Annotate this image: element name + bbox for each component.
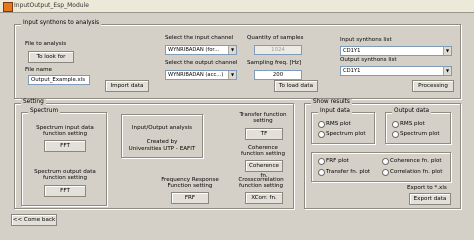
spectrum-input-fn-label: Spectrum input data function setting bbox=[36, 125, 94, 137]
input-spectrum-label: Spectrum plot bbox=[326, 131, 366, 137]
output-synthons-list-label: Output synthons list bbox=[340, 57, 397, 63]
output-channel-select[interactable]: WYNRIBADAN (acc...) ▼ bbox=[165, 70, 237, 80]
input-data-group-title: Input data bbox=[318, 108, 352, 114]
output-synthons-select[interactable]: CD1Y1 ▼ bbox=[340, 66, 452, 76]
chevron-down-icon: ▼ bbox=[228, 46, 236, 54]
info-line-3: Universities UTP - EAFIT bbox=[128, 146, 196, 152]
come-back-button[interactable]: << Come back bbox=[11, 214, 57, 226]
output-rms-label: RMS plot bbox=[400, 121, 425, 127]
export-label: Export to *.xls bbox=[407, 185, 447, 191]
correlation-plot-label: Correlation fn. plot bbox=[390, 169, 443, 175]
transfer-plot-radio[interactable] bbox=[318, 169, 325, 176]
info-box: Input/Output analysis Created by Univers… bbox=[121, 114, 203, 158]
input-rms-radio[interactable] bbox=[318, 121, 325, 128]
spectrum-output-fn-label: Spectrum output data function setting bbox=[34, 169, 96, 181]
chevron-down-icon: ▼ bbox=[443, 47, 451, 55]
show-results-panel: Show results Input data RMS plot Spectru… bbox=[304, 99, 461, 209]
file-name-field[interactable]: Output_Example.xls bbox=[28, 75, 90, 85]
output-spectrum-label: Spectrum plot bbox=[400, 131, 440, 137]
output-spectrum-radio[interactable] bbox=[392, 131, 399, 138]
input-synthons-panel: Input synthons to analysis File to analy… bbox=[14, 20, 461, 99]
file-name-label: File name bbox=[25, 67, 53, 73]
output-data-group: Output data RMS plot Spectrum plot bbox=[385, 108, 451, 144]
coherence-fn-label: Coherence function setting bbox=[240, 145, 286, 157]
info-line-1: Input/Output analysis bbox=[131, 125, 193, 131]
fft-input-button[interactable]: FFT bbox=[44, 140, 86, 152]
input-synthons-select[interactable]: CD1Y1 ▼ bbox=[340, 46, 452, 56]
window-title: InputOutput_Esp_Module bbox=[14, 2, 89, 9]
chevron-down-icon: ▼ bbox=[443, 67, 451, 75]
setting-panel: Setting Spectrum Spectrum input data fun… bbox=[14, 99, 294, 209]
info-line-2: Created by bbox=[146, 139, 178, 145]
transfer-plot-label: Transfer fn. plot bbox=[326, 169, 371, 175]
app-icon bbox=[3, 2, 13, 12]
processing-button[interactable]: Processing bbox=[412, 80, 454, 92]
output-channel-value: WYNRIBADAN (acc...) bbox=[168, 72, 224, 78]
fft-output-button[interactable]: FFT bbox=[44, 185, 86, 197]
quantity-samples-field: 1024 bbox=[254, 45, 302, 55]
input-spectrum-radio[interactable] bbox=[318, 131, 325, 138]
input-channel-select[interactable]: WYNRIBADAN (for... ▼ bbox=[165, 45, 237, 55]
xcorr-button[interactable]: XCorr. fn. bbox=[245, 192, 283, 204]
coherence-plot-radio[interactable] bbox=[382, 158, 389, 165]
show-results-title: Show results bbox=[311, 99, 352, 105]
output-rms-radio[interactable] bbox=[392, 121, 399, 128]
tf-button[interactable]: TF bbox=[245, 128, 283, 140]
input-synthons-list-label: Input synthons list bbox=[340, 37, 392, 43]
export-data-button[interactable]: Export data bbox=[409, 193, 451, 205]
spectrum-group-title: Spectrum bbox=[28, 108, 61, 114]
sampling-freq-label: Sampling freq. [Hz] bbox=[247, 60, 302, 66]
quantity-samples-label: Quantity of samples bbox=[247, 35, 304, 41]
output-synthons-value: CD1Y1 bbox=[343, 68, 361, 74]
input-channel-value: WYNRIBADAN (for... bbox=[168, 47, 220, 53]
correlation-plot-radio[interactable] bbox=[382, 169, 389, 176]
coherence-plot-label: Coherence fn. plot bbox=[390, 158, 442, 164]
import-data-button[interactable]: Import data bbox=[105, 80, 149, 92]
sampling-freq-field[interactable]: 200 bbox=[254, 70, 302, 80]
transfer-fn-label: Transfer function setting bbox=[239, 112, 287, 124]
spectrum-group: Spectrum Spectrum input data function se… bbox=[21, 108, 107, 206]
frf-button[interactable]: FRF bbox=[171, 192, 209, 204]
crosscorr-label: Crosscorrelation function setting bbox=[238, 177, 284, 189]
setting-panel-title: Setting bbox=[21, 99, 46, 105]
frf-plot-radio[interactable] bbox=[318, 158, 325, 165]
to-look-for-button[interactable]: To look for bbox=[28, 51, 74, 63]
output-data-group-title: Output data bbox=[392, 108, 432, 114]
select-input-channel-label: Select the input channel bbox=[165, 35, 234, 41]
chevron-down-icon: ▼ bbox=[228, 71, 236, 79]
input-rms-label: RMS plot bbox=[326, 121, 351, 127]
input-panel-title: Input synthons to analysis bbox=[21, 20, 102, 26]
input-synthons-value: CD1Y1 bbox=[343, 48, 361, 54]
file-to-analysis-label: File to analysis bbox=[25, 41, 67, 47]
to-load-data-button[interactable]: To load data bbox=[274, 80, 318, 92]
title-bar: InputOutput_Esp_Module bbox=[0, 0, 474, 13]
frf-plot-label: FRF plot bbox=[326, 158, 349, 164]
select-output-channel-label: Select the output channel bbox=[165, 60, 238, 66]
coherence-button[interactable]: Coherence fn. bbox=[245, 160, 283, 179]
frf-label: Frequency Response Function setting bbox=[161, 177, 219, 189]
input-data-group: Input data RMS plot Spectrum plot bbox=[311, 108, 375, 144]
plots-group: FRF plot Transfer fn. plot Coherence fn.… bbox=[311, 152, 451, 182]
